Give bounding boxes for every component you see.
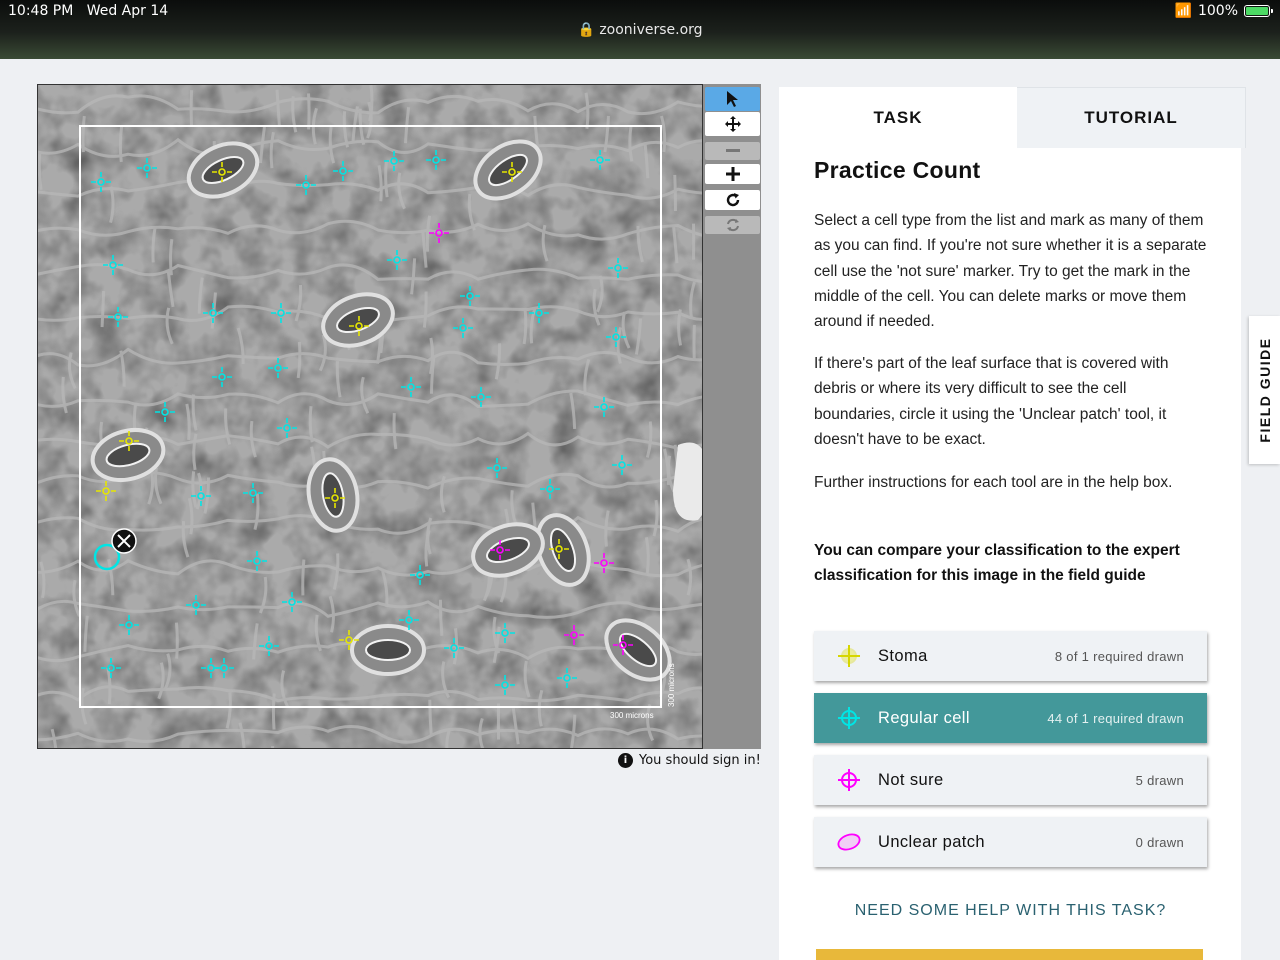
crosshair-icon (838, 769, 860, 791)
tool-count: 0 drawn (1135, 834, 1184, 850)
tool-label: Unclear patch (878, 832, 986, 851)
cell-wall (384, 161, 389, 198)
battery-icon (1244, 5, 1273, 17)
address-bar[interactable]: 🔒 zooniverse.org (0, 22, 1280, 38)
cell-wall (169, 238, 174, 276)
tool-count: 44 of 1 required drawn (1047, 710, 1184, 726)
debris-patch (673, 442, 702, 521)
task-panel: TASK TUTORIAL Practice Count Select a ce… (779, 87, 1246, 960)
delete-mark-icon[interactable] (111, 528, 137, 554)
tool-label: Regular cell (878, 708, 970, 727)
pointer-button[interactable] (705, 87, 760, 111)
cell-wall (301, 559, 306, 596)
ellipse-icon (837, 833, 861, 851)
status-bar: 10:48 PM Wed Apr 14 🔒 zooniverse.org 📶 1… (0, 0, 1280, 59)
reset-button[interactable] (705, 216, 760, 234)
cell-wall (306, 93, 311, 130)
cell-wall (673, 174, 677, 211)
zoom-out-button[interactable] (705, 142, 760, 160)
tool-not-sure[interactable]: Not sure 5 drawn (814, 755, 1207, 805)
status-time: 10:48 PM Wed Apr 14 (8, 3, 169, 19)
tool-unclear-patch[interactable]: Unclear patch 0 drawn (814, 817, 1207, 867)
cell-wall (438, 599, 444, 636)
tool-count: 8 of 1 required drawn (1054, 648, 1184, 664)
info-icon: i (618, 753, 633, 768)
field-guide-tab[interactable]: FIELD GUIDE (1249, 316, 1280, 464)
sign-in-notice[interactable]: i You should sign in! (618, 753, 761, 768)
battery-percent: 100% (1197, 3, 1238, 19)
rotate-button[interactable] (705, 190, 760, 210)
tab-task[interactable]: TASK (779, 87, 1017, 148)
tool-count: 5 drawn (1135, 772, 1184, 788)
need-help-link[interactable]: NEED SOME HELP WITH THIS TASK? (814, 902, 1207, 920)
move-arrows-icon (724, 116, 741, 132)
reset-icon (726, 218, 739, 232)
instructions-paragraph-1: Select a cell type from the list and mar… (814, 212, 1207, 331)
cell-wall (81, 115, 86, 153)
image-toolbar (703, 84, 761, 749)
cell-wall (174, 622, 179, 659)
instructions-paragraph-2: If there's part of the leaf surface that… (814, 355, 1169, 448)
cell-wall (38, 153, 43, 191)
rotate-icon (726, 193, 739, 207)
cell-wall (271, 693, 276, 730)
tool-label: Stoma (878, 646, 928, 665)
tool-label: Not sure (878, 770, 944, 789)
tab-tutorial[interactable]: TUTORIAL (1017, 87, 1246, 148)
tool-regular-cell[interactable]: Regular cell 44 of 1 required drawn (814, 693, 1207, 743)
cell-wall (522, 307, 528, 345)
instructions-paragraph-3: Further instructions for each tool are i… (814, 474, 1173, 491)
pointer-icon (726, 91, 738, 107)
zoom-in-button[interactable] (705, 164, 760, 184)
crosshair-icon (838, 707, 860, 729)
minus-icon (725, 149, 740, 152)
wifi-icon: 📶 (1174, 3, 1192, 19)
cell-wall (296, 341, 302, 379)
scale-label: 300 microns (610, 711, 654, 720)
instructions-paragraph-4: You can compare your classification to t… (814, 542, 1180, 585)
tool-stoma[interactable]: Stoma 8 of 1 required drawn (814, 631, 1207, 681)
scale-label-vertical: 300 microns (667, 663, 676, 707)
stoma (350, 624, 426, 676)
crosshair-icon (838, 645, 860, 667)
cell-wall (428, 699, 433, 736)
cell-wall (100, 291, 106, 328)
pan-button[interactable] (705, 112, 760, 136)
plus-icon (725, 167, 740, 181)
cell-wall (118, 125, 124, 163)
status-right: 📶 100% (1174, 3, 1273, 19)
done-button[interactable] (816, 949, 1203, 960)
task-title: Practice Count (814, 157, 981, 183)
subject-viewer[interactable]: 300 microns 300 microns (37, 84, 703, 749)
